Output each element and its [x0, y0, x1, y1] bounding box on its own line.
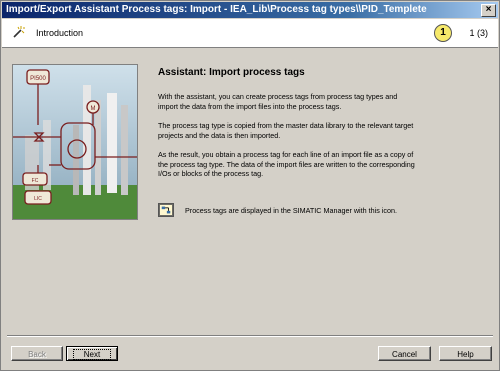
title-bar: Import/Export Assistant Process tags: Im… — [2, 2, 498, 18]
assistant-window: Import/Export Assistant Process tags: Im… — [0, 0, 500, 371]
next-button[interactable]: Next — [66, 346, 118, 361]
step-number-badge: 1 — [434, 24, 452, 42]
cancel-button[interactable]: Cancel — [378, 346, 431, 361]
plant-illustration: PI500 M FC LIC — [13, 65, 137, 219]
process-tag-icon — [158, 203, 174, 217]
icon-note: Process tags are displayed in the SIMATI… — [158, 203, 458, 219]
wand-icon — [13, 26, 25, 38]
button-separator — [7, 335, 493, 337]
page-indicator: 1 (3) — [469, 28, 488, 38]
intro-content: Assistant: Import process tags With the … — [158, 67, 418, 189]
process-plant-picture: PI500 M FC LIC — [12, 64, 138, 220]
step-label: Introduction — [36, 28, 84, 38]
intro-paragraph-1: With the assistant, you can create proce… — [158, 92, 398, 111]
window-title: Import/Export Assistant Process tags: Im… — [6, 4, 427, 15]
step-header: Introduction 1 1 (3) — [2, 19, 498, 48]
page-heading: Assistant: Import process tags — [158, 67, 305, 78]
close-icon[interactable]: × — [481, 4, 496, 17]
pic-label-4: FC — [32, 178, 39, 184]
back-button[interactable]: Back — [11, 346, 63, 361]
pic-label-3: M — [91, 106, 96, 112]
next-button-label: Next — [72, 349, 112, 360]
help-button[interactable]: Help — [439, 346, 492, 361]
pic-label-5: LIC — [34, 196, 42, 202]
intro-paragraph-3: As the result, you obtain a process tag … — [158, 150, 415, 178]
icon-note-text: Process tags are displayed in the SIMATI… — [185, 206, 397, 215]
pic-label-1: PI500 — [30, 76, 46, 82]
intro-paragraph-2: The process tag type is copied from the … — [158, 121, 414, 140]
